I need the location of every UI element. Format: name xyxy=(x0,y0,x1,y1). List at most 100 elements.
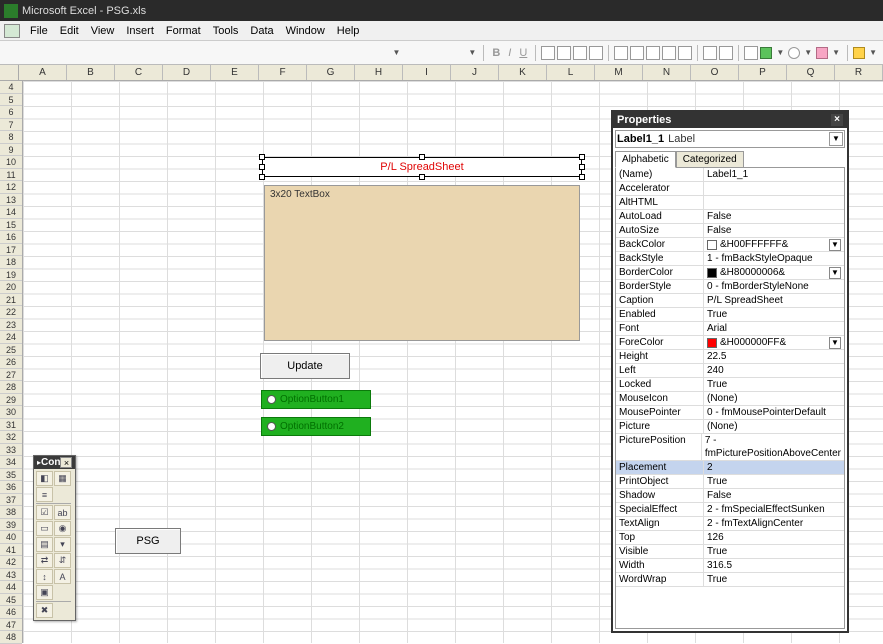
toggle-control-button[interactable]: ⇄ xyxy=(36,553,53,568)
col-header-j[interactable]: J xyxy=(451,65,499,80)
prop-value[interactable]: Arial xyxy=(704,322,844,335)
menu-tools[interactable]: Tools xyxy=(207,23,245,39)
psg-button[interactable]: PSG xyxy=(115,528,181,554)
row-header-38[interactable]: 38 xyxy=(0,506,22,519)
prop-row-forecolor[interactable]: ForeColor&H000000FF&▼ xyxy=(616,336,844,350)
resize-handle-s[interactable] xyxy=(419,174,425,180)
prop-dropdown-icon[interactable]: ▼ xyxy=(829,239,841,251)
prop-value[interactable]: 240 xyxy=(704,364,844,377)
prop-value[interactable]: 2 - fmTextAlignCenter xyxy=(704,517,844,530)
more-controls-button[interactable]: ✖ xyxy=(36,603,53,618)
option-control-button[interactable]: ◉ xyxy=(54,521,71,536)
inc-dec-button[interactable] xyxy=(662,46,676,60)
prop-row-backstyle[interactable]: BackStyle1 - fmBackStyleOpaque xyxy=(616,252,844,266)
properties-window[interactable]: Properties × Label1_1 Label ▼ Alphabetic… xyxy=(611,110,849,633)
checkbox-control-button[interactable]: ☑ xyxy=(36,505,53,520)
row-header-9[interactable]: 9 xyxy=(0,144,22,157)
row-header-10[interactable]: 10 xyxy=(0,156,22,169)
control-toolbox-window[interactable]: ▸ Con × ◧ ▦ ≡ ☑ ab ▭ ◉ ▤ ▾ ⇄ ⇵ ↕ A ▣ ✖ xyxy=(33,455,76,621)
option-button-2[interactable]: OptionButton2 xyxy=(261,417,371,436)
inc-indent-button[interactable] xyxy=(719,46,733,60)
row-header-29[interactable]: 29 xyxy=(0,394,22,407)
scrollbar-control-button[interactable]: ↕ xyxy=(36,569,53,584)
prop-value[interactable]: P/L SpreadSheet xyxy=(704,294,844,307)
menu-edit[interactable]: Edit xyxy=(54,23,85,39)
row-header-5[interactable]: 5 xyxy=(0,94,22,107)
size-dropdown-icon[interactable]: ▼ xyxy=(466,48,478,57)
merge-button[interactable] xyxy=(589,46,603,60)
prop-row-althtml[interactable]: AltHTML xyxy=(616,196,844,210)
row-header-40[interactable]: 40 xyxy=(0,531,22,544)
prop-row-name[interactable]: (Name)Label1_1 xyxy=(616,168,844,182)
prop-value[interactable]: False xyxy=(704,224,844,237)
menu-window[interactable]: Window xyxy=(280,23,331,39)
update-button[interactable]: Update xyxy=(260,353,350,379)
row-header-23[interactable]: 23 xyxy=(0,319,22,332)
font-color-button[interactable] xyxy=(788,47,800,59)
row-header-42[interactable]: 42 xyxy=(0,556,22,569)
object-dropdown-icon[interactable]: ▼ xyxy=(829,132,843,146)
align-left-button[interactable] xyxy=(541,46,555,60)
prop-value[interactable]: 2 xyxy=(704,461,844,474)
resize-handle-se[interactable] xyxy=(579,174,585,180)
row-header-22[interactable]: 22 xyxy=(0,306,22,319)
prop-value[interactable]: 0 - fmMousePointerDefault xyxy=(704,406,844,419)
row-header-25[interactable]: 25 xyxy=(0,344,22,357)
form-textbox[interactable]: 3x20 TextBox xyxy=(264,185,580,341)
row-header-31[interactable]: 31 xyxy=(0,419,22,432)
toolbox-titlebar[interactable]: ▸ Con × xyxy=(34,456,75,469)
highlight-button[interactable] xyxy=(853,47,865,59)
align-center-button[interactable] xyxy=(557,46,571,60)
design-mode-button[interactable]: ◧ xyxy=(36,471,53,486)
hl-dropdown-icon[interactable]: ▼ xyxy=(867,48,879,57)
row-header-11[interactable]: 11 xyxy=(0,169,22,182)
percent-button[interactable] xyxy=(630,46,644,60)
menu-view[interactable]: View xyxy=(85,23,121,39)
prop-row-accelerator[interactable]: Accelerator xyxy=(616,182,844,196)
prop-row-locked[interactable]: LockedTrue xyxy=(616,378,844,392)
row-header-43[interactable]: 43 xyxy=(0,569,22,582)
prop-row-caption[interactable]: CaptionP/L SpreadSheet xyxy=(616,294,844,308)
row-header-27[interactable]: 27 xyxy=(0,369,22,382)
comma-button[interactable] xyxy=(646,46,660,60)
row-header-36[interactable]: 36 xyxy=(0,481,22,494)
row-header-13[interactable]: 13 xyxy=(0,194,22,207)
prop-row-textalign[interactable]: TextAlign2 - fmTextAlignCenter xyxy=(616,517,844,531)
col-header-c[interactable]: C xyxy=(115,65,163,80)
prop-row-left[interactable]: Left240 xyxy=(616,364,844,378)
row-header-48[interactable]: 48 xyxy=(0,631,22,644)
prop-row-height[interactable]: Height22.5 xyxy=(616,350,844,364)
row-header-16[interactable]: 16 xyxy=(0,231,22,244)
italic-button[interactable]: I xyxy=(505,47,514,59)
prop-row-font[interactable]: FontArial xyxy=(616,322,844,336)
col-header-m[interactable]: M xyxy=(595,65,643,80)
prop-value[interactable]: (None) xyxy=(704,420,844,433)
prop-row-mouseicon[interactable]: MouseIcon(None) xyxy=(616,392,844,406)
row-header-37[interactable]: 37 xyxy=(0,494,22,507)
prop-row-borderstyle[interactable]: BorderStyle0 - fmBorderStyleNone xyxy=(616,280,844,294)
image-control-button[interactable]: ▣ xyxy=(36,585,53,600)
prop-row-pictureposition[interactable]: PicturePosition7 - fmPicturePositionAbov… xyxy=(616,434,844,461)
textbox-control-button[interactable]: ab xyxy=(54,505,71,520)
fill-color-button[interactable] xyxy=(760,47,772,59)
prop-row-shadow[interactable]: ShadowFalse xyxy=(616,489,844,503)
properties-button[interactable]: ▦ xyxy=(54,471,71,486)
row-header-24[interactable]: 24 xyxy=(0,331,22,344)
prop-row-specialeffect[interactable]: SpecialEffect2 - fmSpecialEffectSunken xyxy=(616,503,844,517)
tab-alphabetic[interactable]: Alphabetic xyxy=(615,151,676,168)
prop-value[interactable]: (None) xyxy=(704,392,844,405)
listbox-control-button[interactable]: ▤ xyxy=(36,537,53,552)
prop-row-backcolor[interactable]: BackColor&H00FFFFFF&▼ xyxy=(616,238,844,252)
option-button-1[interactable]: OptionButton1 xyxy=(261,390,371,409)
prop-value[interactable]: 7 - fmPicturePositionAboveCenter xyxy=(702,434,844,460)
row-header-46[interactable]: 46 xyxy=(0,606,22,619)
row-header-7[interactable]: 7 xyxy=(0,119,22,132)
col-header-r[interactable]: R xyxy=(835,65,883,80)
align-right-button[interactable] xyxy=(573,46,587,60)
col-header-i[interactable]: I xyxy=(403,65,451,80)
row-header-19[interactable]: 19 xyxy=(0,269,22,282)
resize-handle-w[interactable] xyxy=(259,164,265,170)
row-header-6[interactable]: 6 xyxy=(0,106,22,119)
prop-value[interactable]: True xyxy=(704,475,844,488)
resize-handle-ne[interactable] xyxy=(579,154,585,160)
